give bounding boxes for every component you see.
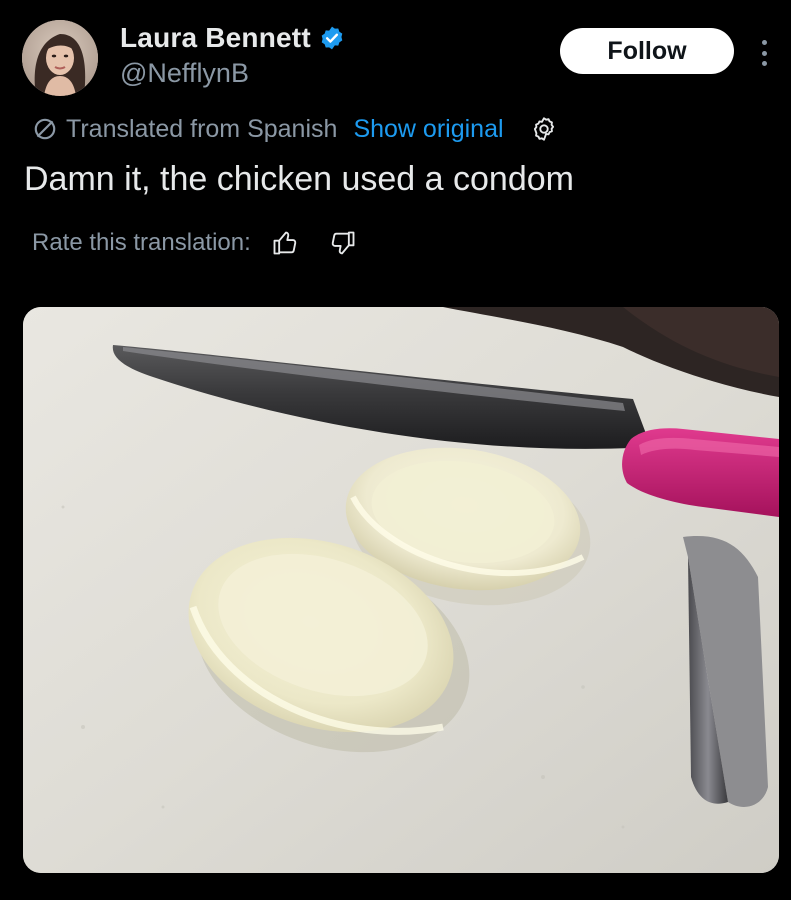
rate-translation-label: Rate this translation: bbox=[32, 229, 251, 256]
avatar[interactable] bbox=[22, 20, 98, 96]
verified-badge-icon bbox=[319, 25, 345, 51]
rate-translation: Rate this translation: bbox=[32, 226, 357, 260]
follow-button[interactable]: Follow bbox=[560, 28, 734, 74]
thumbs-down-icon[interactable] bbox=[329, 229, 357, 257]
display-name-row: Laura Bennett bbox=[120, 20, 345, 56]
tweet-text: Damn it, the chicken used a condom bbox=[24, 160, 574, 198]
translation-notice-text: Translated from Spanish bbox=[66, 114, 338, 143]
tweet-header: Laura Bennett @NefflynB Follow bbox=[0, 0, 791, 110]
translation-notice: Translated from Spanish Show original bbox=[32, 112, 558, 146]
profile-photo-icon bbox=[22, 20, 98, 96]
user-handle[interactable]: @NefflynB bbox=[120, 58, 345, 89]
translate-icon bbox=[32, 116, 58, 142]
display-name[interactable]: Laura Bennett bbox=[120, 22, 311, 54]
more-vertical-icon[interactable] bbox=[754, 36, 774, 70]
egg-photo-image bbox=[23, 307, 779, 873]
gear-icon[interactable] bbox=[530, 115, 558, 143]
tweet-photo[interactable] bbox=[23, 307, 779, 873]
thumbs-up-icon[interactable] bbox=[271, 229, 299, 257]
user-block[interactable]: Laura Bennett @NefflynB bbox=[120, 20, 345, 89]
show-original-link[interactable]: Show original bbox=[353, 115, 503, 144]
